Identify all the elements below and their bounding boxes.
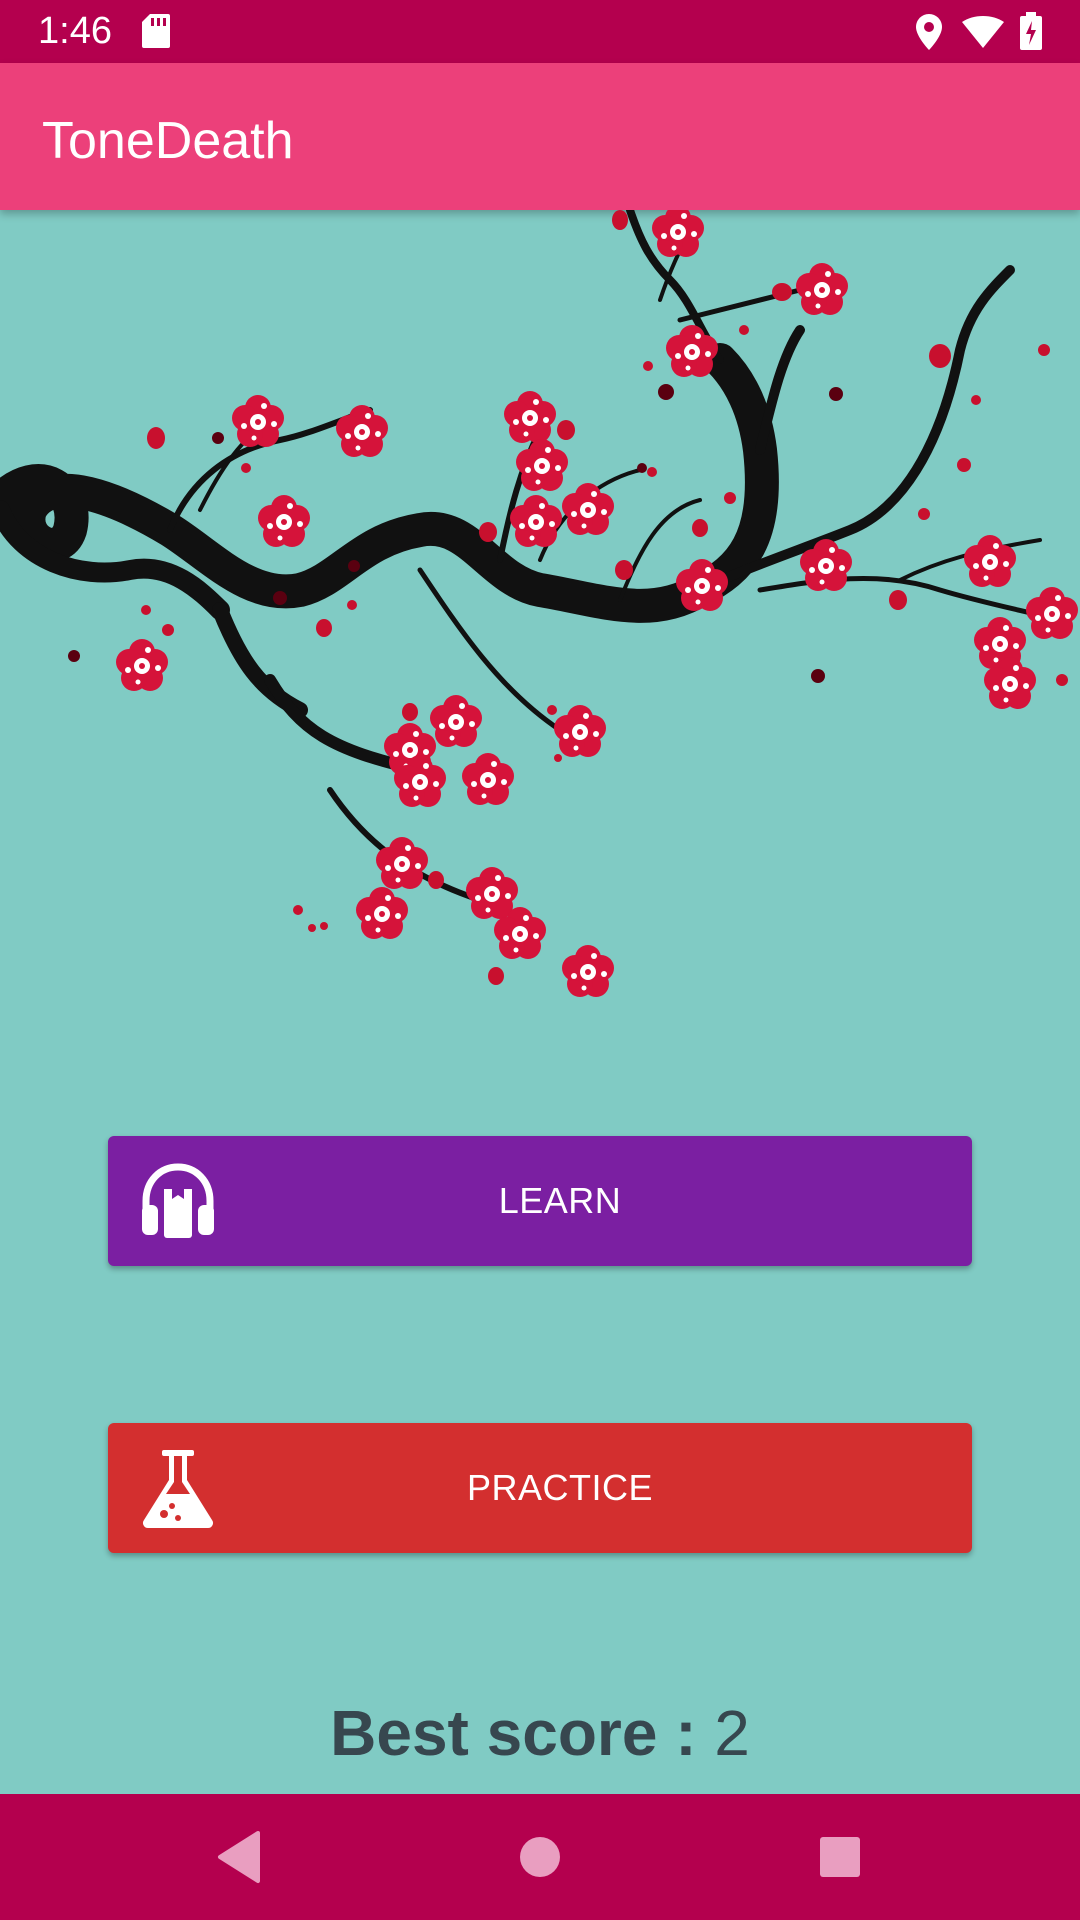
learn-button-label: LEARN xyxy=(498,1180,622,1221)
location-icon xyxy=(916,14,942,50)
status-time: 1:46 xyxy=(38,10,112,52)
practice-button-label: PRACTICE xyxy=(466,1467,654,1508)
practice-button[interactable]: PRACTICE xyxy=(108,1423,972,1553)
best-score: Best score : 2 xyxy=(0,1695,1080,1771)
cherry-blossom-image xyxy=(0,210,1078,997)
best-score-value: 2 xyxy=(714,1697,750,1769)
learn-button[interactable]: LEARN xyxy=(108,1136,972,1266)
back-icon[interactable] xyxy=(214,1827,264,1887)
best-score-label: Best score : xyxy=(330,1697,697,1769)
home-icon[interactable] xyxy=(515,1827,565,1887)
battery-charging-icon xyxy=(1020,12,1042,50)
recents-icon[interactable] xyxy=(818,1827,862,1887)
app-title: ToneDeath xyxy=(42,112,294,170)
status-bar: 1:46 xyxy=(0,0,1080,63)
navigation-bar xyxy=(0,1794,1080,1920)
app-bar: ToneDeath xyxy=(0,63,1080,210)
wifi-icon xyxy=(962,16,1004,48)
sd-card-icon xyxy=(142,14,170,48)
